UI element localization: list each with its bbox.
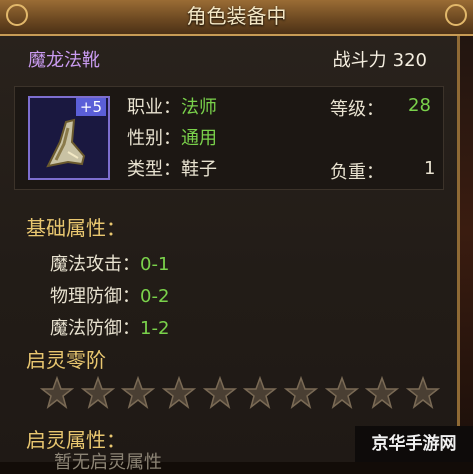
level-label: 等级：: [330, 99, 384, 120]
combat-power-label: 战斗力: [332, 50, 387, 71]
combat-power: 战斗力 320: [333, 46, 427, 72]
ornament-icon: [445, 4, 467, 26]
star-icon: [161, 376, 196, 409]
star-icon: [405, 376, 440, 409]
stat-label: 魔法攻击：: [50, 254, 140, 275]
level-value: 28: [408, 95, 431, 116]
stat-value: 1-2: [140, 318, 170, 339]
panel-title: 角色装备中: [186, 4, 287, 28]
item-name: 魔龙法靴: [28, 50, 100, 71]
weight-row: 负重： 1: [330, 158, 435, 184]
gender-row: 性别：通用: [127, 124, 217, 150]
panel-header: 角色装备中: [0, 0, 473, 36]
weight-label: 负重：: [330, 162, 384, 183]
weight-value: 1: [424, 158, 436, 179]
gender-label: 性别：: [127, 128, 181, 149]
star-icon: [283, 376, 318, 409]
awaken-rank-title: 启灵零阶: [26, 348, 106, 372]
job-value: 法师: [181, 97, 217, 118]
stat-row: 魔法防御：1-2: [50, 314, 169, 340]
stat-row: 魔法攻击：0-1: [50, 250, 169, 276]
star-icon: [202, 376, 237, 409]
type-row: 类型：鞋子: [127, 155, 217, 181]
star-icon: [121, 376, 156, 409]
stat-label: 物理防御：: [50, 286, 140, 307]
stat-value: 0-1: [140, 254, 170, 275]
star-icon: [324, 376, 359, 409]
item-icon-slot[interactable]: +5: [28, 96, 110, 180]
star-icon: [365, 376, 400, 409]
level-row: 等级： 28: [330, 95, 431, 121]
stat-row: 物理防御：0-2: [50, 282, 169, 308]
type-label: 类型：: [127, 159, 181, 180]
ornament-icon: [6, 4, 28, 26]
awaken-stars: [40, 376, 440, 412]
stat-label: 魔法防御：: [50, 318, 140, 339]
type-value: 鞋子: [181, 159, 217, 180]
stat-value: 0-2: [140, 286, 170, 307]
boots-icon: [46, 118, 86, 168]
star-icon: [80, 376, 115, 409]
awaken-attributes-empty: 暂无启灵属性: [54, 452, 162, 473]
gender-value: 通用: [181, 128, 217, 149]
combat-power-value: 320: [392, 50, 427, 71]
site-watermark: 京华手游网: [355, 426, 473, 462]
base-attributes-title: 基础属性：: [26, 216, 126, 240]
star-icon: [243, 376, 278, 409]
job-label: 职业：: [127, 97, 181, 118]
job-row: 职业：法师: [127, 93, 217, 119]
star-icon: [40, 376, 74, 409]
